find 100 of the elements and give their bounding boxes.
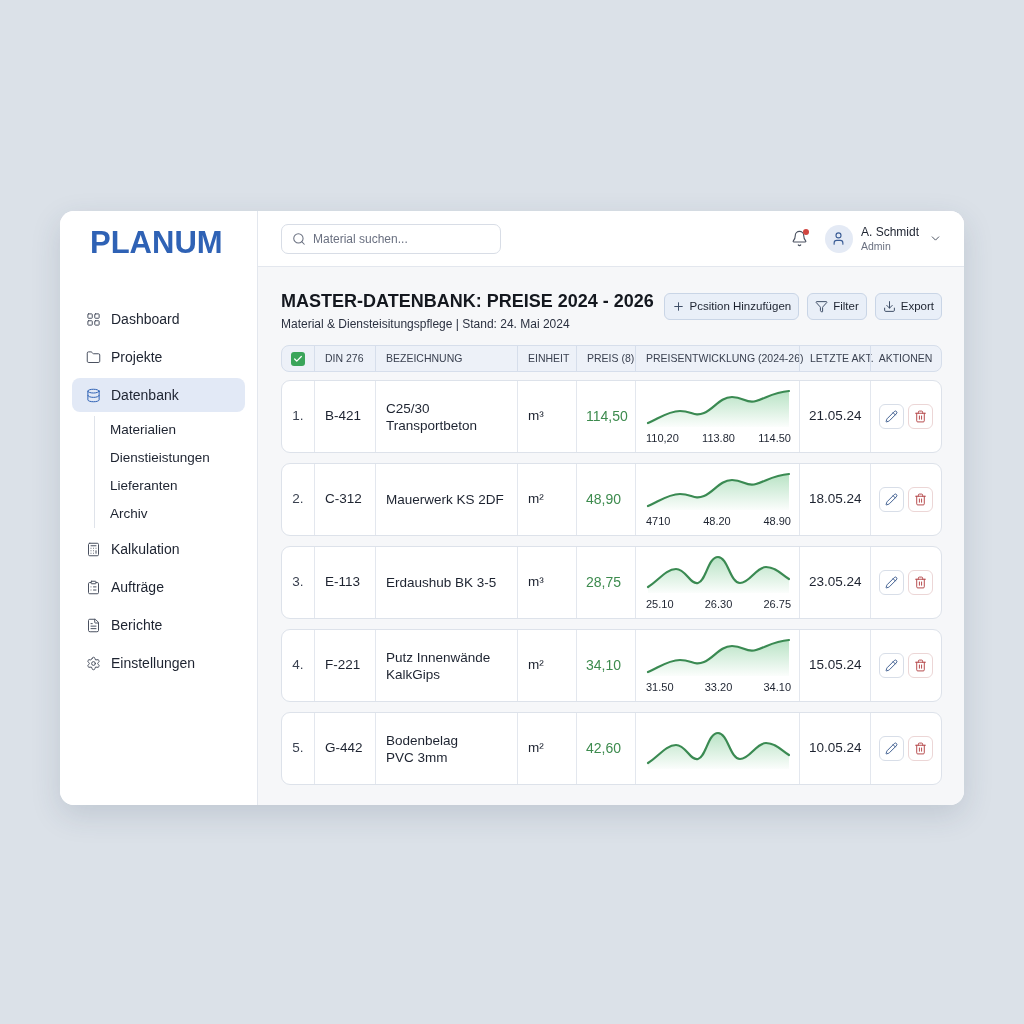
column-header: EINHEIT xyxy=(528,350,570,366)
trend-label: 113.80 xyxy=(702,430,735,446)
din-code: F-221 xyxy=(325,656,361,675)
select-all-checkbox[interactable] xyxy=(291,351,305,366)
calculator-icon xyxy=(86,541,101,557)
filter-icon xyxy=(815,300,829,313)
plus-icon xyxy=(671,300,685,313)
nav-subitem[interactable]: Archiv xyxy=(110,500,257,528)
delete-button[interactable] xyxy=(907,404,933,429)
trend-label: 26.75 xyxy=(763,596,791,612)
price: 42,60 xyxy=(586,739,622,758)
nav-subitem[interactable]: Dienstieistungen xyxy=(110,444,257,472)
add-position-button[interactable]: Pcsition Hinzufügen xyxy=(663,293,800,320)
download-icon xyxy=(882,300,896,313)
clipboard-icon xyxy=(86,579,101,595)
din-code: B-421 xyxy=(325,407,362,426)
nav-subitem[interactable]: Lieferanten xyxy=(110,472,257,500)
trend-label: 31.50 xyxy=(646,679,674,695)
item-name: Mauerwerk KS 2DF xyxy=(386,491,504,508)
nav-item[interactable]: Aufträge xyxy=(72,570,245,604)
trend-label: 110,20 xyxy=(646,430,679,446)
update-date: 21.05.24 xyxy=(809,407,862,426)
trend-label: 25.10 xyxy=(646,596,674,612)
pencil-icon xyxy=(884,742,898,755)
trend-label: 48.90 xyxy=(763,513,791,529)
pencil-icon xyxy=(884,410,898,423)
nav-item[interactable]: Kalkulation xyxy=(72,532,245,566)
row-number: 5. xyxy=(292,739,304,758)
trend-label: 33.20 xyxy=(704,679,733,695)
search-field[interactable]: Material suchen... xyxy=(281,223,501,254)
update-date: 23.05.24 xyxy=(809,573,862,592)
column-header: AKTIONEN xyxy=(878,350,933,366)
export-button[interactable]: Export xyxy=(874,293,942,320)
unit: m² xyxy=(528,490,544,509)
trend-label: 26.30 xyxy=(704,596,733,612)
delete-button[interactable] xyxy=(907,653,933,678)
trash-icon xyxy=(913,493,927,506)
filter-button[interactable]: Filter xyxy=(807,293,867,320)
check-icon xyxy=(293,353,303,364)
trash-icon xyxy=(913,410,927,423)
column-header: DIN 276 xyxy=(325,350,364,366)
user-role: Admin xyxy=(860,239,892,253)
trash-icon xyxy=(913,659,927,672)
trash-icon xyxy=(913,742,927,755)
item-name: Erdaushub BK 3-5 xyxy=(386,574,497,591)
bell-icon[interactable] xyxy=(790,230,808,247)
column-header: PREISENTWICKLUNG (2024-26) xyxy=(646,350,804,366)
settings-icon xyxy=(86,655,101,671)
pencil-icon xyxy=(884,493,898,506)
update-date: 10.05.24 xyxy=(809,739,862,758)
document-icon xyxy=(86,617,101,633)
row-number: 4. xyxy=(292,656,304,675)
trend-label: 114.50 xyxy=(758,430,791,446)
price: 28,75 xyxy=(586,573,622,592)
edit-button[interactable] xyxy=(878,570,904,595)
delete-button[interactable] xyxy=(907,570,933,595)
update-date: 18.05.24 xyxy=(809,490,862,509)
logo: PLANUM xyxy=(90,225,223,260)
page-title: MASTER-DATENBANK: PREISE 2024 - 2026 xyxy=(281,290,654,313)
grid-icon xyxy=(86,311,101,327)
nav-subitem[interactable]: Materialien xyxy=(110,416,257,444)
trend-label: 48.20 xyxy=(703,513,731,529)
delete-button[interactable] xyxy=(907,736,933,761)
edit-button[interactable] xyxy=(878,487,904,512)
database-icon xyxy=(86,387,101,403)
din-code: G-442 xyxy=(325,739,363,758)
user-name: A. Schmidt xyxy=(860,224,919,240)
nav-item[interactable]: Datenbank xyxy=(72,378,245,412)
unit: m³ xyxy=(528,407,544,426)
din-code: C-312 xyxy=(325,490,362,509)
trend-label: 34.10 xyxy=(763,679,791,695)
item-name: Bodenbelag PVC 3mm xyxy=(386,731,459,766)
nav-item[interactable]: Einstellungen xyxy=(72,646,245,680)
unit: m³ xyxy=(528,573,544,592)
edit-button[interactable] xyxy=(878,653,904,678)
page-subtitle: Material & Diensteisitungspflege | Stand: 24. Mai 2024 xyxy=(281,316,571,332)
avatar-icon[interactable] xyxy=(824,224,853,253)
pencil-icon xyxy=(884,576,898,589)
edit-button[interactable] xyxy=(878,736,904,761)
din-code: E-113 xyxy=(325,573,361,592)
delete-button[interactable] xyxy=(907,487,933,512)
column-header: BEZEICHNUNG xyxy=(386,350,463,366)
search-icon xyxy=(292,231,306,246)
item-name: Putz Innenwände KalkGips xyxy=(386,648,491,683)
edit-button[interactable] xyxy=(878,404,904,429)
column-header: LETZTE AKT. xyxy=(810,350,874,366)
price: 34,10 xyxy=(586,656,622,675)
unit: m² xyxy=(528,656,544,675)
trash-icon xyxy=(913,576,927,589)
pencil-icon xyxy=(884,659,898,672)
column-header: PREIS (8) xyxy=(587,350,635,366)
update-date: 15.05.24 xyxy=(809,656,862,675)
price: 48,90 xyxy=(586,490,622,509)
price: 114,50 xyxy=(586,407,628,426)
row-number: 3. xyxy=(292,573,304,592)
nav-item[interactable]: Dashboard xyxy=(72,302,245,336)
nav-item[interactable]: Projekte xyxy=(72,340,245,374)
item-name: C25/30 Transportbeton xyxy=(386,399,478,434)
row-number: 2. xyxy=(292,490,304,509)
nav-item[interactable]: Berichte xyxy=(72,608,245,642)
